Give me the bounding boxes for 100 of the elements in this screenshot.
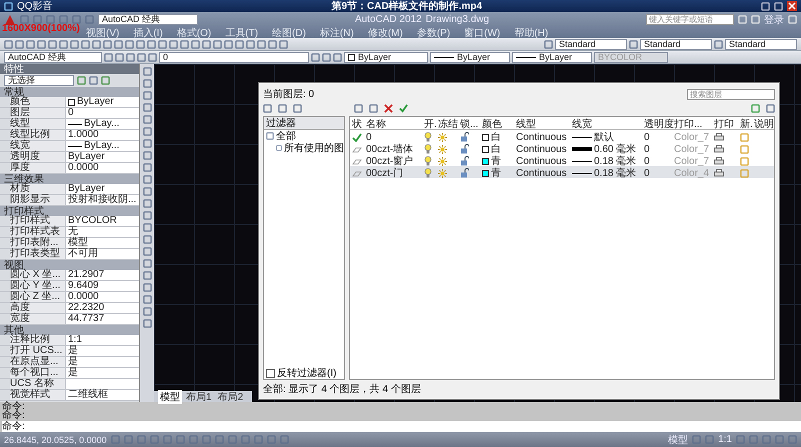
property-value[interactable]: 1:1	[66, 335, 139, 345]
layout-tab[interactable]: 布局2	[216, 390, 246, 404]
property-label: 线宽	[10, 141, 66, 151]
column-header[interactable]: 新.	[738, 117, 752, 131]
property-value[interactable]: ByLayer	[66, 152, 139, 162]
checkbox[interactable]	[266, 368, 275, 378]
color-swatch[interactable]	[482, 146, 489, 152]
style-icon[interactable]	[544, 40, 553, 48]
property-label: 图层	[10, 108, 66, 118]
unlocked-icon[interactable]	[460, 132, 469, 142]
menu-item[interactable]: 标注(N)	[320, 26, 354, 40]
column-header[interactable]: 线型	[514, 117, 570, 131]
lightbulb-icon[interactable]	[424, 144, 432, 154]
menu-item[interactable]: 帮助(H)	[514, 26, 548, 40]
lightbulb-icon[interactable]	[424, 156, 432, 166]
property-value[interactable]: 1.0000	[66, 130, 139, 140]
menu-item[interactable]: 插入(I)	[133, 26, 163, 40]
lineweight-sample	[572, 160, 592, 162]
property-value[interactable]: 0.0000	[66, 292, 139, 302]
layer-search-field[interactable]: 搜索图层	[687, 88, 775, 100]
column-header[interactable]: 锁...	[458, 117, 480, 131]
column-header[interactable]: 颜色	[480, 117, 514, 131]
style-dropdown[interactable]: Standard	[640, 38, 712, 50]
property-value[interactable]: 44.7737	[66, 314, 139, 324]
column-header[interactable]: 打印...	[672, 117, 712, 131]
workspace-dropdown[interactable]: AutoCAD 经典	[4, 52, 102, 62]
property-value[interactable]: 21.2907	[66, 270, 139, 280]
color-swatch[interactable]	[482, 134, 489, 140]
column-header[interactable]: 说明	[752, 117, 774, 131]
printer-icon[interactable]	[714, 156, 724, 166]
linetype-dropdown[interactable]: ByLayer	[430, 52, 510, 62]
property-value[interactable]: 9.6409	[66, 281, 139, 291]
column-header[interactable]: 开.	[422, 117, 436, 131]
property-value[interactable]: 是	[66, 357, 139, 367]
menu-item[interactable]: 视图(V)	[86, 26, 120, 40]
layout-tab[interactable]: 模型	[158, 390, 182, 404]
color-dropdown[interactable]: ByLayer	[344, 52, 428, 62]
menu-item[interactable]: 参数(P)	[416, 26, 450, 40]
property-value[interactable]: ByLayer	[66, 97, 139, 107]
layer-dropdown[interactable]: 0	[159, 52, 309, 62]
column-header[interactable]: 线宽	[570, 117, 642, 131]
workspace-dropdown[interactable]: AutoCAD 经典	[98, 14, 198, 25]
lineweight-dropdown[interactable]: ByLayer	[512, 52, 592, 62]
close-icon[interactable]	[787, 1, 798, 11]
property-value[interactable]: 二维线框	[66, 390, 139, 400]
sun-icon[interactable]	[438, 132, 447, 142]
column-header[interactable]: 状	[350, 117, 364, 131]
property-value[interactable]: 是	[66, 368, 139, 378]
property-label: 圆心 Y 坐...	[10, 281, 66, 291]
sun-icon[interactable]	[438, 144, 447, 154]
lineweight-value: 默认	[594, 131, 614, 144]
delete-icon[interactable]	[384, 104, 393, 113]
property-value[interactable]: 模型	[66, 238, 139, 248]
tree-item[interactable]: 所有使用的图	[284, 141, 344, 155]
color-swatch[interactable]	[482, 170, 489, 176]
property-value[interactable]: ByLayer	[66, 184, 139, 194]
printer-icon[interactable]	[714, 144, 724, 154]
property-value[interactable]: 22.2320	[66, 303, 139, 313]
property-value[interactable]: 投射和接收阴...	[66, 195, 139, 205]
column-header[interactable]: 透明度	[642, 117, 672, 131]
checkmark-icon[interactable]	[399, 104, 408, 113]
property-label: 宽度	[10, 314, 66, 324]
color-swatch[interactable]	[482, 158, 489, 164]
sun-icon[interactable]	[438, 156, 447, 166]
selection-dropdown[interactable]: 无选择	[4, 75, 74, 86]
column-header[interactable]: 名称	[364, 117, 422, 131]
tree-item[interactable]: 全部	[276, 129, 296, 143]
menu-item[interactable]: 绘图(D)	[272, 26, 306, 40]
layer-row[interactable]: 00czt-门 青 Continuous 0.18 毫米 0 Color_4	[350, 166, 774, 178]
menu-item[interactable]: 格式(O)	[176, 26, 212, 40]
checkbox-label[interactable]: 反转过滤器(I)	[277, 366, 336, 380]
printer-icon[interactable]	[714, 132, 724, 142]
command-input[interactable]: 命令:	[2, 421, 801, 432]
column-header[interactable]: 打印	[712, 117, 738, 131]
style-dropdown[interactable]: Standard	[725, 38, 797, 50]
property-value[interactable]: 是	[66, 346, 139, 356]
search-field[interactable]: 键入关键字或短语	[646, 14, 734, 25]
property-value[interactable]: 0	[66, 108, 139, 118]
menu-item[interactable]: 修改(M)	[368, 26, 403, 40]
unlocked-icon[interactable]	[460, 168, 469, 178]
style-dropdown[interactable]: Standard	[555, 38, 627, 50]
layout-tab[interactable]: 布局1	[184, 390, 214, 404]
property-value[interactable]: 不可用	[66, 249, 139, 259]
menu-item[interactable]: 窗口(W)	[464, 26, 500, 40]
unlocked-icon[interactable]	[460, 156, 469, 166]
lightbulb-icon[interactable]	[424, 168, 432, 178]
property-value[interactable]: 0.0000	[66, 163, 139, 173]
property-value[interactable]: BYCOLOR	[66, 216, 139, 226]
style-icon[interactable]	[629, 40, 638, 48]
menu-item[interactable]: 工具(T)	[225, 26, 258, 40]
printer-icon[interactable]	[714, 168, 724, 178]
property-value[interactable]: 无	[66, 227, 139, 237]
lightbulb-icon[interactable]	[424, 132, 432, 142]
unlocked-icon[interactable]	[460, 144, 469, 154]
property-value[interactable]: ByLay...	[66, 119, 139, 129]
column-header[interactable]: 冻结	[436, 117, 458, 131]
property-value[interactable]: ByLay...	[66, 141, 139, 151]
style-icon[interactable]	[714, 40, 723, 48]
drawing-canvas[interactable]	[154, 64, 801, 402]
sun-icon[interactable]	[438, 168, 447, 178]
